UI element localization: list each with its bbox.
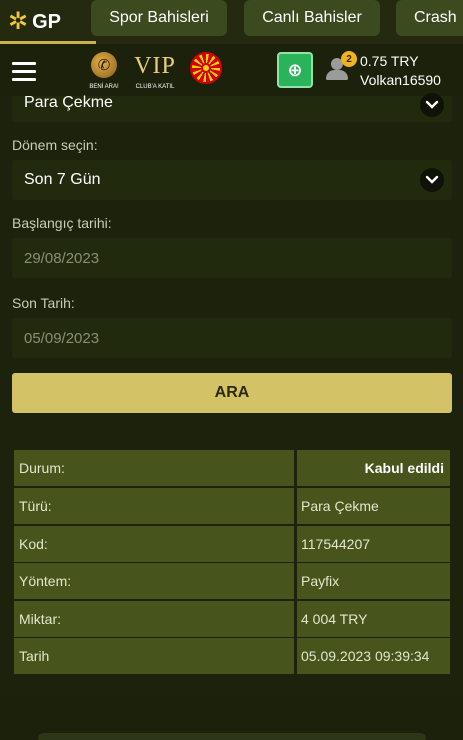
tab-canli-bahisler[interactable]: Canlı Bahisler <box>244 0 380 36</box>
gp-logo[interactable]: ✲ GP <box>0 0 90 44</box>
status-value: Kabul edildi <box>297 450 450 486</box>
top-navigation: ✲ GP <box>0 0 463 44</box>
phone-icon: ✆ <box>91 52 117 78</box>
vip-club-button[interactable]: VIP CLUB'A KATIL <box>130 52 180 94</box>
end-date-value: 05/09/2023 <box>24 330 100 347</box>
chevron-down-icon <box>420 93 444 117</box>
detail-label: Tarih <box>14 638 294 674</box>
tab-spor-bahisleri[interactable]: Spor Bahisleri <box>91 0 227 36</box>
footer-pill <box>38 733 426 740</box>
period-value: Son 7 Gün <box>24 171 101 188</box>
period-label: Dönem seçin: <box>12 137 98 153</box>
account-balance: 0.75 TRY <box>360 53 419 69</box>
notification-badge[interactable]: 2 <box>341 51 357 67</box>
tab-crash[interactable]: Crash <box>396 0 463 36</box>
call-me-label: BENİ ARA! <box>89 84 119 90</box>
detail-row-code: Kod: 117544207 <box>14 526 450 562</box>
start-date-value: 29/08/2023 <box>24 250 100 267</box>
deposit-cash-button[interactable]: ⊕ <box>277 52 313 88</box>
macedonia-flag-icon[interactable] <box>190 52 222 84</box>
detail-value: 4 004 TRY <box>297 601 450 637</box>
transaction-type-value: Para Çekme <box>24 94 113 111</box>
detail-label: Türü: <box>14 488 294 524</box>
detail-row-amount: Miktar: 4 004 TRY <box>14 601 450 637</box>
cash-plus-icon: ⊕ <box>287 59 303 80</box>
detail-label: Miktar: <box>14 601 294 637</box>
end-date-label: Son Tarih: <box>12 295 75 311</box>
star-logo-icon: ✲ <box>8 8 29 35</box>
detail-value: 117544207 <box>297 526 450 562</box>
account-header-bar <box>0 44 463 96</box>
transaction-type-select[interactable]: Para Çekme <box>12 93 452 122</box>
detail-label: Yöntem: <box>14 563 294 599</box>
call-me-button[interactable]: ✆ BENİ ARA! <box>86 52 122 94</box>
start-date-label: Başlangıç tarihi: <box>12 215 112 231</box>
detail-value: Payfix <box>297 563 450 599</box>
username: Volkan16590 <box>360 72 441 88</box>
detail-label: Durum: <box>14 450 294 486</box>
detail-value: Para Çekme <box>297 488 450 524</box>
vip-club-label: CLUB'A KATIL <box>135 84 175 90</box>
detail-row-method: Yöntem: Payfix <box>14 563 450 599</box>
detail-row-status: Durum: Kabul edildi <box>14 450 450 486</box>
detail-label: Kod: <box>14 526 294 562</box>
vip-logo-text: VIP <box>134 53 176 79</box>
logo-text: GP <box>32 10 62 33</box>
chevron-down-icon <box>420 168 444 192</box>
end-date-field[interactable]: 05/09/2023 <box>12 318 452 358</box>
period-select[interactable]: Son 7 Gün <box>12 160 452 200</box>
search-button[interactable]: ARA <box>12 373 452 413</box>
hamburger-menu-icon[interactable] <box>12 62 36 82</box>
detail-row-date: Tarih 05.09.2023 09:39:34 <box>14 638 450 674</box>
start-date-field[interactable]: 29/08/2023 <box>12 238 452 278</box>
detail-value: 05.09.2023 09:39:34 <box>297 638 450 674</box>
detail-row-type: Türü: Para Çekme <box>14 488 450 524</box>
